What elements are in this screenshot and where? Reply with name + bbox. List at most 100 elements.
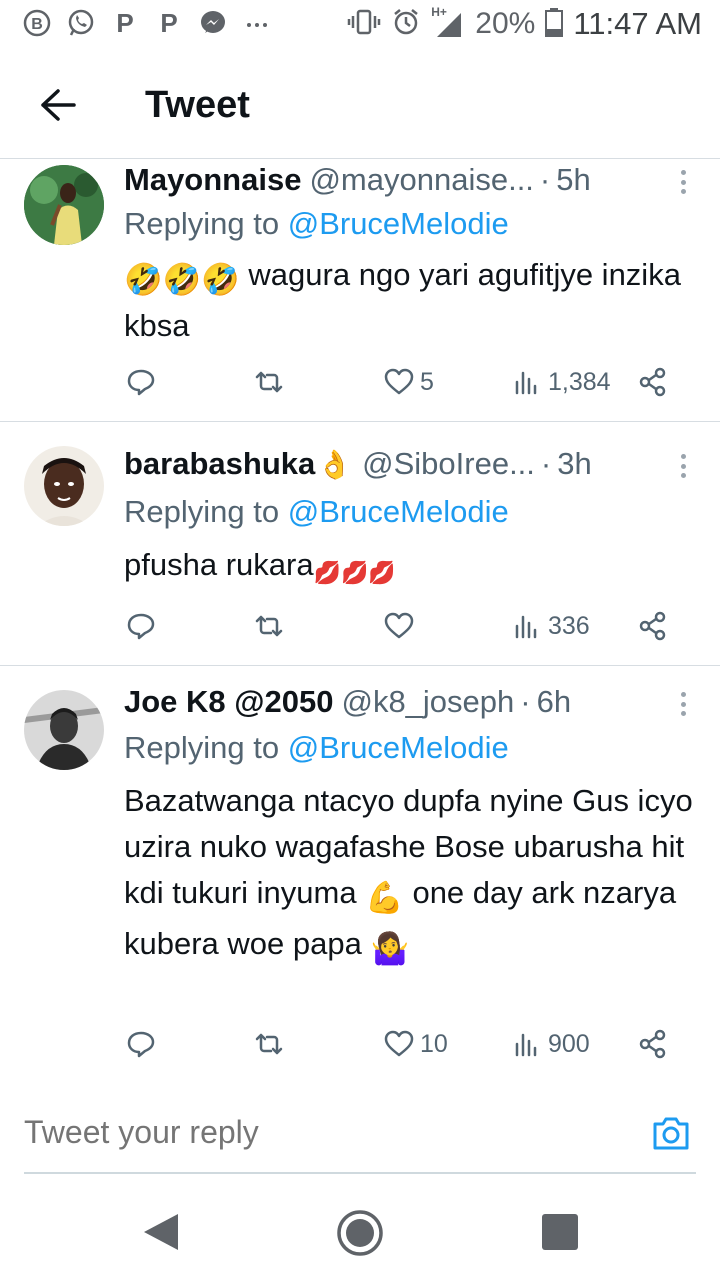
heart-icon (384, 612, 414, 639)
back-arrow-icon (41, 89, 76, 121)
reply-icon (127, 369, 155, 396)
notification-icons: B P P (22, 8, 272, 38)
page-title: Tweet (145, 84, 250, 126)
replying-to: Replying to @BruceMelodie (124, 730, 509, 766)
views-button[interactable]: 1,384 (512, 362, 611, 402)
svg-text:B: B (31, 16, 43, 33)
svg-text:P: P (160, 8, 177, 38)
separator-dot: · (539, 162, 551, 197)
tweet-actions: 10 900 (124, 1024, 684, 1064)
like-button[interactable]: 10 (384, 1024, 448, 1064)
views-icon (515, 615, 537, 639)
shrug-emoji: 🤷‍♀️ (370, 931, 410, 966)
display-name[interactable]: Joe K8 @2050 (124, 684, 333, 720)
tweet-reply[interactable]: Mayonnaise @mayonnaise... · 5h Replying … (0, 160, 720, 422)
replying-label: Replying to (124, 206, 280, 241)
tweet-reply[interactable]: barabashuka 👌 @SiboIree... · 3h Replying… (0, 422, 720, 666)
ok-hand-emoji: 👌 (317, 449, 353, 480)
camera-icon (653, 1117, 689, 1150)
tweet-text: Bazatwanga ntacyo dupfa nyine Gus icyo u… (124, 778, 696, 972)
retweet-button[interactable] (254, 606, 284, 646)
views-icon (515, 1033, 537, 1057)
replying-label: Replying to (124, 730, 280, 765)
alarm-icon (391, 7, 421, 42)
mention-link[interactable]: @BruceMelodie (288, 494, 509, 529)
display-name[interactable]: barabashuka (124, 446, 315, 482)
like-button[interactable] (384, 606, 420, 646)
whatsapp-icon (66, 8, 96, 38)
header-divider (0, 158, 720, 159)
nav-back-button[interactable] (140, 1210, 184, 1254)
retweet-button[interactable] (254, 362, 284, 402)
mention-link[interactable]: @BruceMelodie (288, 730, 509, 765)
views-button[interactable]: 900 (512, 1024, 590, 1064)
pinterest-icon: P (154, 8, 184, 38)
replying-to: Replying to @BruceMelodie (124, 494, 509, 530)
share-button[interactable] (638, 1024, 668, 1064)
tweet-text: 🤣🤣🤣 wagura ngo yari agufitjye inzika kbs… (124, 252, 696, 349)
user-handle[interactable]: @SiboIree... (362, 446, 535, 482)
retweet-icon (255, 1033, 283, 1055)
views-button[interactable]: 336 (512, 606, 590, 646)
flexed-biceps-emoji: 💪 (365, 880, 404, 915)
retweet-button[interactable] (254, 1024, 284, 1064)
reply-icon (127, 613, 155, 640)
more-options-button[interactable] (672, 164, 694, 200)
separator-dot: · (540, 446, 552, 481)
more-options-button[interactable] (672, 448, 694, 484)
user-handle[interactable]: @mayonnaise... (309, 162, 533, 198)
avatar[interactable] (24, 446, 104, 526)
nav-home-button[interactable] (335, 1208, 385, 1258)
signal-icon: H+ (431, 5, 465, 39)
reply-button[interactable] (126, 362, 156, 402)
user-handle[interactable]: @k8_joseph (341, 684, 514, 720)
display-name[interactable]: Mayonnaise (124, 162, 301, 198)
tweet-actions: 5 1,384 (124, 362, 684, 402)
replying-label: Replying to (124, 494, 280, 529)
vibrate-icon (347, 7, 381, 42)
tweet-header: Joe K8 @2050 @k8_joseph · 6h (124, 684, 660, 724)
avatar[interactable] (24, 690, 104, 770)
lips-emoji: 💋💋💋 (313, 560, 396, 585)
reply-input[interactable] (24, 1114, 584, 1151)
share-button[interactable] (638, 362, 668, 402)
share-button[interactable] (638, 606, 668, 646)
views-icon (515, 371, 537, 395)
retweet-icon (255, 371, 283, 393)
heart-icon (384, 368, 414, 395)
reply-button[interactable] (126, 1024, 156, 1064)
like-button[interactable]: 5 (384, 362, 434, 402)
tweet-text-content: pfusha rukara (124, 547, 314, 582)
share-icon (639, 611, 666, 641)
battery-icon (545, 7, 564, 42)
more-options-button[interactable] (672, 686, 694, 722)
reply-icon (127, 1031, 155, 1058)
like-count: 10 (420, 1029, 448, 1058)
tweet-reply[interactable]: Joe K8 @2050 @k8_joseph · 6h Replying to… (0, 666, 720, 1084)
separator-dot: · (520, 684, 531, 719)
avatar[interactable] (24, 165, 104, 245)
reply-button[interactable] (126, 606, 156, 646)
more-dots-icon (242, 8, 272, 38)
tweet-time: 3h (557, 446, 592, 481)
nav-recents-button[interactable] (542, 1214, 578, 1250)
tweet-header: barabashuka 👌 @SiboIree... · 3h (124, 446, 660, 486)
tweet-text: pfusha rukara💋💋💋 (124, 542, 696, 596)
camera-button[interactable] (650, 1112, 692, 1154)
tweet-actions: 336 (124, 606, 684, 646)
like-count: 5 (420, 367, 434, 396)
tweet-header: Mayonnaise @mayonnaise... · 5h (124, 162, 660, 202)
tweet-time: 6h (536, 684, 572, 719)
share-icon (639, 1029, 666, 1059)
bbm-icon: B (22, 8, 52, 38)
svg-text:P: P (116, 8, 133, 38)
back-button[interactable] (30, 78, 84, 132)
status-bar: B P P H+ 20% 11:47 AM (0, 0, 720, 50)
system-status: H+ 20% 11:47 AM (347, 5, 702, 42)
view-count: 900 (548, 1029, 590, 1058)
mention-link[interactable]: @BruceMelodie (288, 206, 509, 241)
heart-icon (384, 1030, 414, 1057)
messenger-icon (198, 8, 228, 38)
clock: 11:47 AM (573, 6, 702, 41)
tweet-time: 5h (556, 162, 591, 197)
